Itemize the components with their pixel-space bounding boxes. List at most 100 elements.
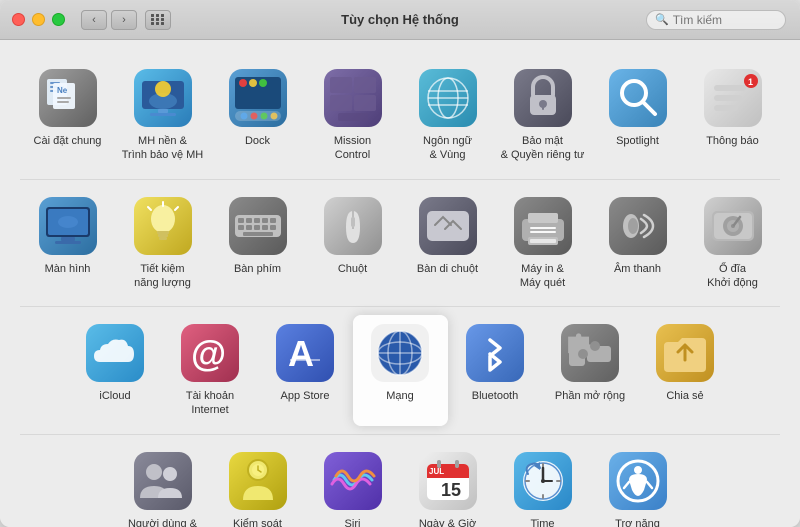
item-phan-mo-rong[interactable]: Phần mở rộng: [543, 315, 638, 426]
titlebar: ‹ › Tùy chọn Hệ thống 🔍: [0, 0, 800, 40]
close-button[interactable]: [12, 13, 25, 26]
label-ban-di-chuot: Bàn di chuột: [417, 262, 478, 276]
item-ngon-ngu[interactable]: Ngôn ngữ& Vùng: [400, 60, 495, 171]
item-bluetooth[interactable]: Bluetooth: [448, 315, 543, 426]
icon-tro-nang: [608, 451, 668, 511]
content-area: Ne Cài đặt chung: [0, 40, 800, 527]
item-thong-bao[interactable]: 1 Thông báo: [685, 60, 780, 171]
icon-mang: [370, 323, 430, 383]
item-mh-nen[interactable]: MH nền &Trình bảo vệ MH: [115, 60, 210, 171]
item-o-dia[interactable]: Ổ đĩaKhởi động: [685, 188, 780, 299]
item-man-hinh[interactable]: Màn hình: [20, 188, 115, 299]
label-man-hinh: Màn hình: [45, 262, 91, 276]
label-kiem-soat: Kiểm soátcủa Phụ huynh: [221, 517, 294, 527]
label-bao-mat: Bảo mật& Quyền riêng tư: [501, 134, 585, 163]
icon-tiet-kiem: [133, 196, 193, 256]
label-chuot: Chuột: [338, 262, 367, 276]
item-chuot[interactable]: Chuột: [305, 188, 400, 299]
item-tro-nang[interactable]: Trợ năng: [590, 443, 685, 527]
nav-buttons: ‹ ›: [81, 10, 137, 30]
item-tiet-kiem[interactable]: Tiết kiệmnăng lượng: [115, 188, 210, 299]
label-ngay-gio: Ngày & Giờ: [419, 517, 476, 527]
icon-mh-nen: [133, 68, 193, 128]
item-ban-phim[interactable]: Bàn phím: [210, 188, 305, 299]
item-siri[interactable]: Siri: [305, 443, 400, 527]
label-tro-nang: Trợ năng: [615, 517, 660, 527]
icon-ngon-ngu: [418, 68, 478, 128]
label-nguoi-dung: Người dùng &Nhóm: [128, 517, 197, 527]
icon-app-store: A: [275, 323, 335, 383]
search-icon: 🔍: [655, 13, 669, 26]
item-nguoi-dung[interactable]: Người dùng &Nhóm: [115, 443, 210, 527]
item-app-store[interactable]: A App Store: [258, 315, 353, 426]
minimize-button[interactable]: [32, 13, 45, 26]
icon-o-dia: [703, 196, 763, 256]
icon-siri: [323, 451, 383, 511]
system-preferences-window: ‹ › Tùy chọn Hệ thống 🔍: [0, 0, 800, 527]
item-icloud[interactable]: iCloud: [68, 315, 163, 426]
icon-kiem-soat: [228, 451, 288, 511]
label-cai-dat-chung: Cài đặt chung: [34, 134, 102, 148]
item-mission-control[interactable]: MissionControl: [305, 60, 400, 171]
label-phan-mo-rong: Phần mở rộng: [555, 389, 625, 403]
icon-bluetooth: [465, 323, 525, 383]
maximize-button[interactable]: [52, 13, 65, 26]
label-am-thanh: Âm thanh: [614, 262, 661, 276]
svg-text:15: 15: [441, 480, 461, 500]
item-am-thanh[interactable]: Âm thanh: [590, 188, 685, 299]
label-spotlight: Spotlight: [616, 134, 659, 148]
item-may-in[interactable]: Máy in &Máy quét: [495, 188, 590, 299]
svg-text:A: A: [288, 333, 314, 374]
label-bluetooth: Bluetooth: [472, 389, 518, 403]
icon-ban-phim: [228, 196, 288, 256]
grid-view-button[interactable]: [145, 10, 171, 30]
label-icloud: iCloud: [99, 389, 130, 403]
forward-button[interactable]: ›: [111, 10, 137, 30]
item-time-machine[interactable]: TimeMachine: [495, 443, 590, 527]
icon-cai-dat-chung: Ne: [38, 68, 98, 128]
icon-nguoi-dung: [133, 451, 193, 511]
icon-thong-bao: 1: [703, 68, 763, 128]
label-ngon-ngu: Ngôn ngữ& Vùng: [423, 134, 472, 163]
svg-text:Ne: Ne: [57, 86, 68, 95]
item-ngay-gio[interactable]: 15 JUL Ngày & Giờ: [400, 443, 495, 527]
icon-icloud: [85, 323, 145, 383]
item-mang[interactable]: Mạng: [353, 315, 448, 426]
label-siri: Siri: [345, 517, 361, 527]
svg-text:JUL: JUL: [429, 467, 444, 476]
icon-dock: [228, 68, 288, 128]
traffic-lights: [12, 13, 65, 26]
item-bao-mat[interactable]: Bảo mật& Quyền riêng tư: [495, 60, 590, 171]
item-spotlight[interactable]: Spotlight: [590, 60, 685, 171]
item-kiem-soat[interactable]: Kiểm soátcủa Phụ huynh: [210, 443, 305, 527]
label-dock: Dock: [245, 134, 270, 148]
item-chia-se[interactable]: Chia sẻ: [638, 315, 733, 426]
icon-mission-control: [323, 68, 383, 128]
svg-text:@: @: [191, 333, 226, 374]
back-button[interactable]: ‹: [81, 10, 107, 30]
icon-chia-se: [655, 323, 715, 383]
label-thong-bao: Thông báo: [706, 134, 759, 148]
item-dock[interactable]: Dock: [210, 60, 305, 171]
item-tai-khoan[interactable]: @ Tài khoảnInternet: [163, 315, 258, 426]
icon-tai-khoan: @: [180, 323, 240, 383]
label-time-machine: TimeMachine: [522, 517, 564, 527]
svg-text:1: 1: [748, 77, 753, 87]
label-o-dia: Ổ đĩaKhởi động: [707, 262, 758, 291]
search-bar[interactable]: 🔍: [646, 10, 786, 30]
label-app-store: App Store: [281, 389, 330, 403]
row-3: iCloud @ Tài khoảnInternet: [20, 315, 780, 435]
icon-time-machine: [513, 451, 573, 511]
icon-ngay-gio: 15 JUL: [418, 451, 478, 511]
icon-bao-mat: [513, 68, 573, 128]
search-input[interactable]: [673, 13, 773, 27]
icon-ban-di-chuot: [418, 196, 478, 256]
icon-chuot: [323, 196, 383, 256]
window-title: Tùy chọn Hệ thống: [341, 12, 459, 27]
item-ban-di-chuot[interactable]: Bàn di chuột: [400, 188, 495, 299]
item-cai-dat-chung[interactable]: Ne Cài đặt chung: [20, 60, 115, 171]
label-tai-khoan: Tài khoảnInternet: [186, 389, 234, 418]
label-mh-nen: MH nền &Trình bảo vệ MH: [122, 134, 204, 163]
icon-spotlight: [608, 68, 668, 128]
icon-am-thanh: [608, 196, 668, 256]
